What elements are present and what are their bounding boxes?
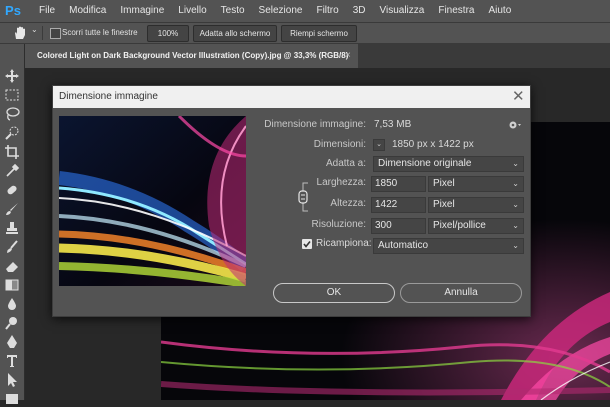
- document-tab[interactable]: Colored Light on Dark Background Vector …: [25, 44, 358, 68]
- document-tab-bar: Colored Light on Dark Background Vector …: [25, 44, 610, 68]
- document-tab-close-icon[interactable]: ×: [345, 44, 351, 68]
- clone-stamp-tool-icon[interactable]: [4, 220, 20, 236]
- width-unit-select[interactable]: Pixel ⌄: [428, 176, 524, 192]
- gradient-tool-icon[interactable]: [4, 277, 20, 293]
- gear-icon[interactable]: [508, 119, 522, 131]
- image-size-value: 7,53 MB: [374, 119, 412, 130]
- width-unit-value: Pixel: [433, 178, 455, 189]
- divider: [42, 26, 43, 40]
- chevron-down-icon: ⌄: [512, 241, 519, 250]
- rectangle-tool-icon[interactable]: [4, 391, 20, 407]
- dialog-titlebar[interactable]: Dimensione immagine ✕: [53, 86, 530, 108]
- brush-tool-icon[interactable]: [4, 201, 20, 217]
- tools-panel: [0, 44, 25, 404]
- tool-preset-chevron-down-icon[interactable]: ⌄: [31, 25, 38, 34]
- chevron-down-icon: ⌄: [512, 200, 519, 209]
- eraser-tool-icon[interactable]: [4, 258, 20, 274]
- width-label: Larghezza:: [316, 177, 366, 188]
- resolution-unit-value: Pixel/pollice: [433, 220, 486, 231]
- menu-livello[interactable]: Livello: [171, 0, 213, 22]
- chevron-down-icon: ⌄: [512, 179, 519, 188]
- menu-filtro[interactable]: Filtro: [309, 0, 345, 22]
- pen-tool-icon[interactable]: [4, 334, 20, 350]
- scroll-all-label: Scorri tutte le finestre: [62, 28, 138, 37]
- height-unit-value: Pixel: [433, 199, 455, 210]
- resample-select[interactable]: Automatico ⌄: [373, 238, 524, 254]
- menu-visualizza[interactable]: Visualizza: [373, 0, 432, 22]
- resample-label: Ricampiona:: [316, 238, 372, 249]
- dimensions-chevron-down-icon[interactable]: ⌄: [373, 139, 385, 151]
- resolution-input[interactable]: 300: [371, 218, 426, 234]
- menu-items: File Modifica Immagine Livello Testo Sel…: [32, 0, 518, 22]
- type-tool-icon[interactable]: [4, 353, 20, 369]
- dimensions-label: Dimensioni:: [313, 139, 366, 150]
- resolution-label: Risoluzione:: [311, 219, 366, 230]
- image-preview[interactable]: [59, 116, 246, 286]
- lasso-tool-icon[interactable]: [4, 106, 20, 122]
- document-tab-title: Colored Light on Dark Background Vector …: [37, 51, 349, 60]
- healing-brush-tool-icon[interactable]: [4, 182, 20, 198]
- history-brush-tool-icon[interactable]: [4, 239, 20, 255]
- menu-immagine[interactable]: Immagine: [113, 0, 171, 22]
- quick-selection-tool-icon[interactable]: [4, 125, 20, 141]
- fit-to-select[interactable]: Dimensione originale ⌄: [373, 156, 524, 172]
- checkmark-icon: [303, 241, 311, 248]
- menu-aiuto[interactable]: Aiuto: [481, 0, 518, 22]
- dodge-tool-icon[interactable]: [4, 315, 20, 331]
- resample-value: Automatico: [378, 240, 429, 251]
- eyedropper-tool-icon[interactable]: [4, 163, 20, 179]
- blur-tool-icon[interactable]: [4, 296, 20, 312]
- scroll-all-checkbox[interactable]: [50, 28, 61, 39]
- menu-selezione[interactable]: Selezione: [252, 0, 310, 22]
- dimensions-value: 1850 px x 1422 px: [392, 139, 474, 150]
- menu-3d[interactable]: 3D: [346, 0, 373, 22]
- height-unit-select[interactable]: Pixel ⌄: [428, 197, 524, 213]
- menu-file[interactable]: File: [32, 0, 62, 22]
- width-input[interactable]: 1850: [371, 176, 426, 192]
- height-label: Altezza:: [330, 198, 366, 209]
- ok-button[interactable]: OK: [273, 283, 395, 303]
- options-bar: ⌄ Scorri tutte le finestre 100% Adatta a…: [0, 23, 610, 44]
- dialog-close-icon[interactable]: ✕: [512, 86, 525, 108]
- zoom-100-button[interactable]: 100%: [147, 25, 189, 42]
- cancel-button[interactable]: Annulla: [400, 283, 522, 303]
- path-selection-tool-icon[interactable]: [4, 372, 20, 388]
- fit-to-value: Dimensione originale: [378, 158, 472, 169]
- hand-icon[interactable]: [12, 26, 28, 40]
- menu-finestra[interactable]: Finestra: [431, 0, 481, 22]
- resolution-unit-select[interactable]: Pixel/pollice ⌄: [428, 218, 524, 234]
- height-input[interactable]: 1422: [371, 197, 426, 213]
- chevron-down-icon: ⌄: [512, 221, 519, 230]
- menu-testo[interactable]: Testo: [214, 0, 252, 22]
- photoshop-logo[interactable]: Ps: [3, 3, 23, 19]
- marquee-tool-icon[interactable]: [4, 87, 20, 103]
- fill-screen-button[interactable]: Riempi schermo: [281, 25, 357, 42]
- crop-tool-icon[interactable]: [4, 144, 20, 160]
- fit-screen-button[interactable]: Adatta allo schermo: [193, 25, 277, 42]
- move-tool-icon[interactable]: [4, 68, 20, 84]
- chevron-down-icon: ⌄: [512, 159, 519, 168]
- dialog-title: Dimensione immagine: [59, 91, 158, 102]
- image-size-dialog: Dimensione immagine ✕ Dimensione immagin…: [52, 85, 531, 317]
- resample-checkbox[interactable]: [302, 239, 312, 249]
- menu-modifica[interactable]: Modifica: [62, 0, 113, 22]
- menu-bar: Ps File Modifica Immagine Livello Testo …: [0, 0, 610, 23]
- image-size-label: Dimensione immagine:: [264, 119, 366, 130]
- fit-to-label: Adatta a:: [325, 158, 366, 169]
